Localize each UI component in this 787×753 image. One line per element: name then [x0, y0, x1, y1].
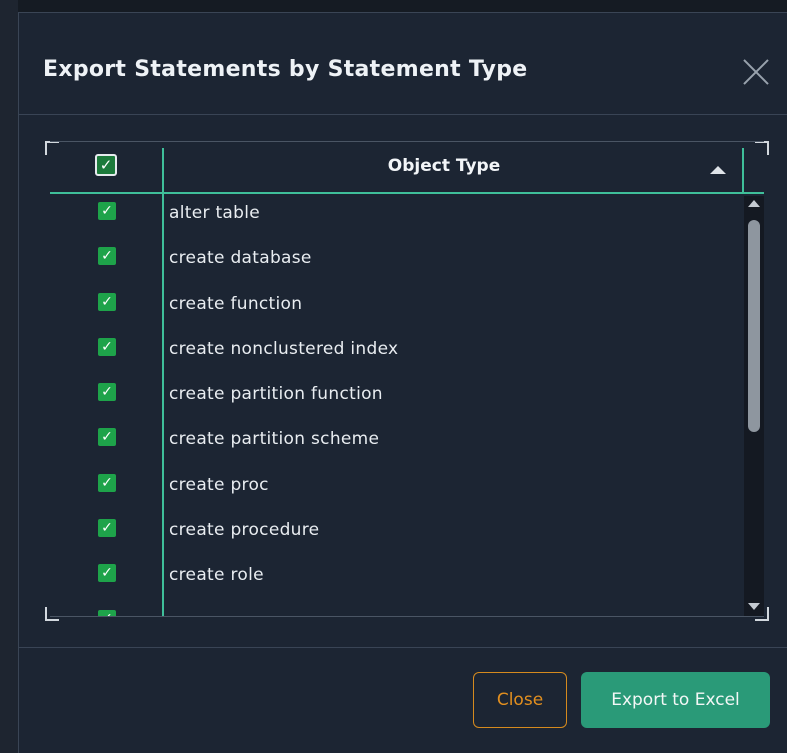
header-divider [742, 148, 744, 192]
row-checkbox[interactable]: ✓ [98, 247, 116, 266]
statement-type-grid: ✓ Object Type ✓ alter table ✓ create dat… [50, 141, 764, 617]
table-row[interactable]: ✓ create partition scheme [50, 422, 742, 467]
column-header-object-type[interactable]: Object Type [164, 156, 724, 176]
dialog-title: Export Statements by Statement Type [43, 57, 528, 82]
vertical-scrollbar[interactable] [744, 196, 764, 616]
table-row[interactable]: ✓ create role [50, 558, 742, 603]
table-row[interactable]: ✓ create database [50, 241, 742, 286]
select-all-checkbox[interactable]: ✓ [95, 154, 117, 176]
row-checkbox[interactable]: ✓ [98, 337, 116, 356]
row-checkbox[interactable]: ✓ [98, 292, 116, 311]
table-row[interactable]: ✓ alter table [50, 196, 742, 241]
grid-rows: ✓ alter table ✓ create database ✓ create… [50, 196, 742, 616]
table-row[interactable]: ✓ create nonclustered index [50, 332, 742, 377]
row-checkbox[interactable]: ✓ [98, 383, 116, 402]
row-checkbox[interactable]: ✓ [98, 202, 116, 220]
table-row[interactable]: ✓ create procedure [50, 513, 742, 558]
row-label: create partition function [169, 384, 383, 405]
sort-ascending-icon[interactable] [710, 166, 726, 174]
table-row[interactable]: ✓ create partition function [50, 377, 742, 422]
row-checkbox[interactable]: ✓ [98, 428, 116, 447]
row-label: create partition scheme [169, 429, 380, 450]
row-label: alter table [169, 203, 261, 223]
row-label: create nonclustered index [169, 338, 399, 359]
dialog-header: Export Statements by Statement Type [19, 13, 787, 115]
row-label: create proc [169, 474, 269, 495]
row-label: create procedure [169, 520, 320, 541]
table-row[interactable]: ✓ [50, 604, 742, 616]
row-checkbox[interactable]: ✓ [98, 473, 116, 492]
row-checkbox[interactable]: ✓ [98, 519, 116, 538]
row-checkbox[interactable]: ✓ [98, 609, 116, 616]
close-x-icon[interactable] [741, 57, 771, 87]
background-strip [18, 0, 787, 12]
scroll-thumb[interactable] [748, 220, 760, 432]
row-checkbox[interactable]: ✓ [98, 564, 116, 583]
table-row[interactable]: ✓ create function [50, 287, 742, 332]
export-dialog: Export Statements by Statement Type ✓ Ob… [18, 12, 787, 753]
row-label: create function [169, 293, 303, 314]
row-label: create role [169, 565, 264, 586]
export-to-excel-button[interactable]: Export to Excel [581, 672, 770, 728]
grid-header: ✓ Object Type [50, 142, 764, 194]
grid-frame: ✓ Object Type ✓ alter table ✓ create dat… [45, 137, 769, 621]
footer-divider [19, 647, 787, 648]
scroll-down-arrow-icon[interactable] [748, 603, 760, 610]
table-row[interactable]: ✓ create proc [50, 468, 742, 513]
close-button[interactable]: Close [473, 672, 567, 728]
row-label: create database [169, 248, 312, 269]
scroll-up-arrow-icon[interactable] [748, 200, 760, 207]
